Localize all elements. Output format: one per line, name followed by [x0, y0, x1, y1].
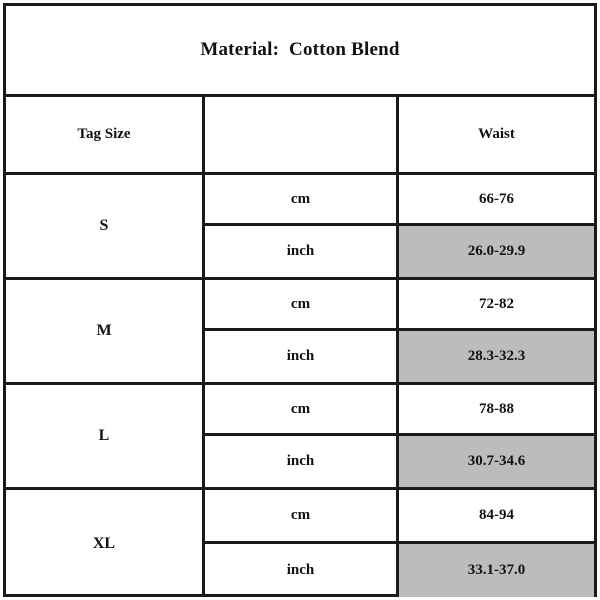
tag-size-label: L	[98, 427, 110, 444]
cell-waist-cm: 84-94	[399, 490, 594, 544]
cell-tag-size: M	[6, 280, 205, 382]
unit-label-cm: cm	[290, 400, 311, 417]
waist-value-cm: 72-82	[479, 295, 514, 312]
header-cell-tag-size: Tag Size	[6, 97, 205, 172]
unit-label-cm: cm	[290, 295, 311, 312]
cell-tag-size: S	[6, 175, 205, 277]
cell-unit-group: cm inch	[205, 385, 399, 487]
waist-value-cm: 78-88	[479, 400, 514, 417]
cell-unit-group: cm inch	[205, 175, 399, 277]
cell-waist-inch: 26.0-29.9	[399, 226, 594, 277]
cell-waist-group: 84-94 33.1-37.0	[399, 490, 594, 597]
cell-unit-cm: cm	[205, 175, 396, 226]
header-label-tag-size: Tag Size	[77, 126, 131, 142]
waist-value-inch: 26.0-29.9	[467, 243, 526, 259]
cell-waist-group: 78-88 30.7-34.6	[399, 385, 594, 487]
cell-waist-inch: 33.1-37.0	[399, 543, 594, 597]
cell-unit-cm: cm	[205, 385, 396, 436]
cell-unit-group: cm inch	[205, 490, 399, 597]
cell-unit-cm: cm	[205, 280, 396, 331]
header-cell-unit	[205, 97, 399, 172]
unit-label-cm: cm	[290, 190, 311, 207]
cell-tag-size: L	[6, 385, 205, 487]
cell-waist-inch: 30.7-34.6	[399, 436, 594, 487]
tag-size-label: S	[99, 217, 109, 234]
unit-label-cm: cm	[290, 506, 311, 523]
cell-waist-cm: 72-82	[399, 280, 594, 331]
cell-waist-group: 66-76 26.0-29.9	[399, 175, 594, 277]
cell-unit-inch: inch	[205, 226, 396, 277]
table-row: XL cm inch 84-94 33.1-37.0	[6, 490, 594, 597]
waist-value-cm: 84-94	[479, 506, 514, 523]
table-row: S cm inch 66-76 26.0-29.9	[6, 175, 594, 280]
tag-size-label: M	[96, 322, 112, 339]
cell-waist-group: 72-82 28.3-32.3	[399, 280, 594, 382]
cell-unit-inch: inch	[205, 436, 396, 487]
unit-label-inch: inch	[286, 348, 315, 364]
cell-unit-group: cm inch	[205, 280, 399, 382]
waist-value-inch: 30.7-34.6	[467, 453, 526, 469]
table-row: M cm inch 72-82 28.3-32.3	[6, 280, 594, 385]
table-row: L cm inch 78-88 30.7-34.6	[6, 385, 594, 490]
cell-unit-cm: cm	[205, 490, 396, 544]
cell-waist-cm: 78-88	[399, 385, 594, 436]
page-title: Material: Cotton Blend	[200, 39, 400, 60]
table-body: S cm inch 66-76 26.0-29.9 M cm inch 72-8…	[6, 175, 594, 597]
header-cell-waist: Waist	[399, 97, 594, 172]
material-title-row: Material: Cotton Blend	[6, 6, 594, 97]
cell-unit-inch: inch	[205, 331, 396, 382]
cell-waist-inch: 28.3-32.3	[399, 331, 594, 382]
waist-value-inch: 28.3-32.3	[467, 348, 526, 364]
unit-label-inch: inch	[286, 243, 315, 259]
table-header-row: Tag Size Waist	[6, 97, 594, 175]
unit-label-inch: inch	[286, 453, 315, 469]
tag-size-label: XL	[92, 534, 116, 552]
size-chart-table: Material: Cotton Blend Tag Size Waist S …	[3, 3, 597, 597]
cell-unit-inch: inch	[205, 544, 396, 598]
header-label-waist: Waist	[478, 126, 515, 142]
waist-value-cm: 66-76	[479, 190, 514, 207]
waist-value-inch: 33.1-37.0	[467, 561, 526, 578]
unit-label-inch: inch	[286, 561, 315, 578]
cell-tag-size: XL	[6, 490, 205, 597]
size-chart-root: Material: Cotton Blend Tag Size Waist S …	[0, 0, 600, 600]
cell-waist-cm: 66-76	[399, 175, 594, 226]
